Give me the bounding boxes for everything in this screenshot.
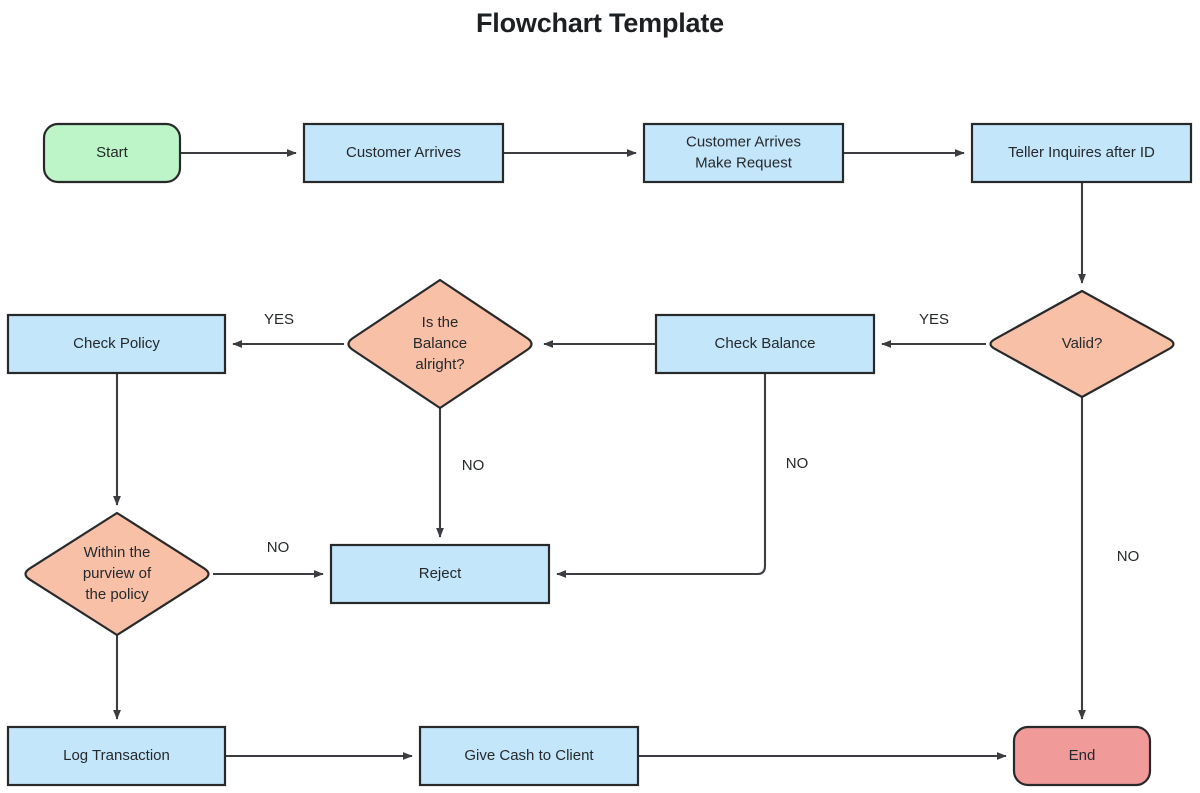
flowchart-canvas: YES YES NO NO NO NO Start Customer Arrives Cust…	[6, 122, 1193, 787]
node-check_policy[interactable]: Check Policy	[6, 313, 227, 375]
node-log_transaction[interactable]: Log Transaction	[6, 725, 227, 787]
node-start[interactable]: Start	[42, 122, 182, 184]
nodes-layer: Start Customer Arrives Customer Arrives Mak…	[6, 122, 1193, 787]
node-label: Reject	[419, 565, 462, 582]
edge-line	[556, 373, 767, 578]
edge-within_purview-to-reject: NO	[213, 539, 324, 578]
node-end[interactable]: End	[1012, 725, 1152, 787]
edge-balance_ok-to-reject: NO	[436, 408, 485, 538]
node-balance_ok[interactable]: Is the Balance alright?	[347, 278, 533, 410]
node-label: Start	[96, 144, 129, 161]
node-label: Valid?	[1062, 335, 1103, 352]
edge-check_balance-to-reject: NO	[556, 373, 809, 578]
node-within_purview[interactable]: Within the purview of the policy	[24, 511, 210, 637]
edge-label: NO	[267, 539, 290, 556]
node-give_cash[interactable]: Give Cash to Client	[418, 725, 640, 787]
node-customer_arrives[interactable]: Customer Arrives	[302, 122, 505, 184]
edges-layer: YES YES NO NO NO NO	[113, 149, 1140, 760]
edge-label: YES	[919, 311, 949, 328]
node-label: Within the purview of the policy	[83, 544, 152, 603]
node-label: End	[1069, 747, 1096, 764]
node-label: Give Cash to Client	[464, 747, 594, 764]
node-label: Customer Arrives	[346, 144, 461, 161]
edge-label: NO	[786, 455, 809, 472]
node-teller_id[interactable]: Teller Inquires after ID	[970, 122, 1193, 184]
node-reject[interactable]: Reject	[329, 543, 551, 605]
node-make_request[interactable]: Customer Arrives Make Request	[642, 122, 845, 184]
node-label: Check Balance	[715, 335, 816, 352]
node-check_balance[interactable]: Check Balance	[654, 313, 876, 375]
edge-valid-to-end: NO	[1078, 397, 1140, 720]
node-label: Log Transaction	[63, 747, 170, 764]
edge-valid-to-check_balance: YES	[881, 311, 986, 348]
edge-label: NO	[1117, 548, 1140, 565]
node-label: Teller Inquires after ID	[1008, 144, 1155, 161]
edge-label: YES	[264, 311, 294, 328]
edge-label: NO	[462, 457, 485, 474]
node-label: Check Policy	[73, 335, 160, 352]
edge-balance_ok-to-check_policy: YES	[232, 311, 344, 348]
node-valid[interactable]: Valid?	[989, 289, 1175, 399]
